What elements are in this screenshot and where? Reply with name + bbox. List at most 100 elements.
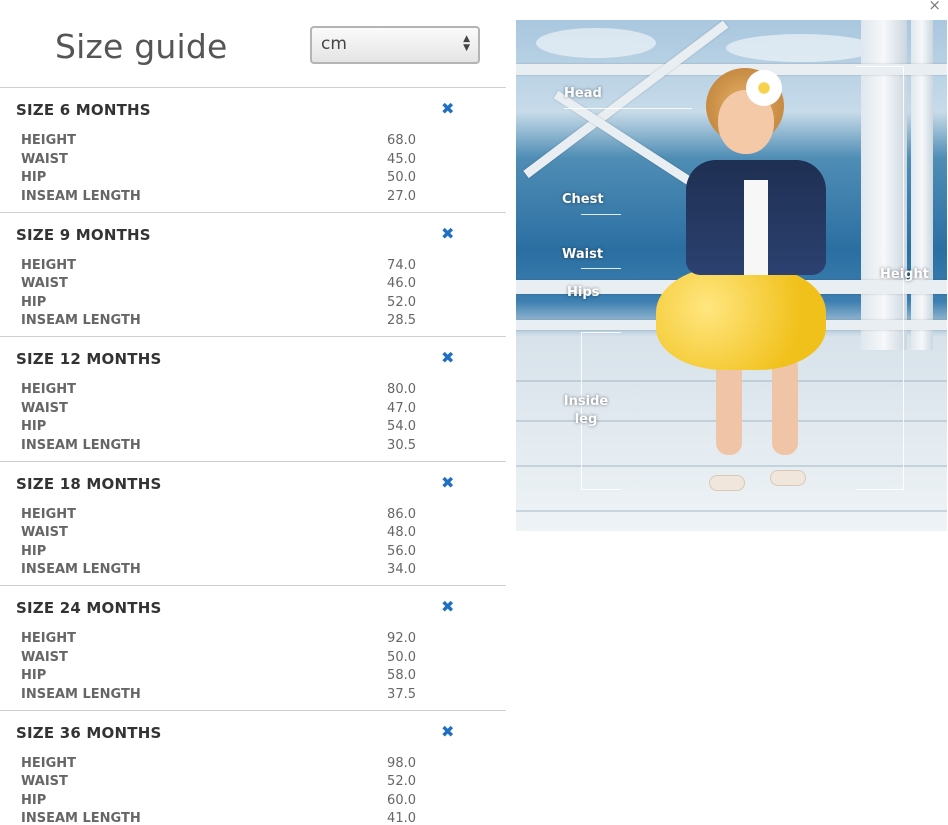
measurement-name: INSEAM LENGTH xyxy=(21,313,141,328)
select-arrows-icon: ▲ ▼ xyxy=(463,34,470,53)
measurement-name: HIP xyxy=(21,543,47,559)
measurement-row: HIP 50.0 xyxy=(21,170,416,189)
measurement-list: HEIGHT 86.0 WAIST 48.0 HIP 56.0 INSEAM LENGTH 3… xyxy=(21,507,416,581)
remove-size-icon[interactable]: ✖ xyxy=(441,349,454,367)
measurement-value: 50.0 xyxy=(387,649,416,665)
measurement-name: WAIST xyxy=(21,649,68,665)
measurement-name: INSEAM LENGTH xyxy=(21,811,141,825)
measurement-list: HEIGHT 80.0 WAIST 47.0 HIP 54.0 INSEAM LENGTH 3… xyxy=(21,382,416,456)
measurement-row: HEIGHT 74.0 xyxy=(21,258,416,277)
measurement-row: INSEAM LENGTH 41.0 xyxy=(21,811,416,825)
measurement-value: 46.0 xyxy=(387,276,416,291)
measurement-name: WAIST xyxy=(21,525,68,540)
measurement-row: HIP 54.0 xyxy=(21,419,416,438)
unit-select-value: cm xyxy=(321,34,347,54)
measurement-value: 60.0 xyxy=(387,792,416,808)
size-title: SIZE 12 MONTHS xyxy=(16,350,162,368)
measurement-value: 52.0 xyxy=(387,294,416,310)
measurement-value: 54.0 xyxy=(387,419,416,434)
measurement-value: 80.0 xyxy=(387,382,416,397)
measurement-row: INSEAM LENGTH 34.0 xyxy=(21,562,416,581)
size-section: SIZE 24 MONTHS ✖ HEIGHT 92.0 WAIST 50.0 HIP 58.… xyxy=(0,586,506,711)
measurement-name: HIP xyxy=(21,792,47,808)
measurement-row: HEIGHT 68.0 xyxy=(21,133,416,152)
photo-label-height: Height xyxy=(880,267,929,282)
measurement-row: HEIGHT 98.0 xyxy=(21,756,416,775)
size-section: SIZE 6 MONTHS ✖ HEIGHT 68.0 WAIST 45.0 HIP 50.0… xyxy=(0,88,506,213)
measurement-row: WAIST 48.0 xyxy=(21,525,416,544)
measurement-name: HEIGHT xyxy=(21,257,77,273)
measurement-name: HEIGHT xyxy=(21,133,77,148)
measurement-name: HEIGHT xyxy=(21,631,77,646)
measurement-row: HIP 58.0 xyxy=(21,668,416,687)
measurement-list: HEIGHT 74.0 WAIST 46.0 HIP 52.0 INSEAM LENGTH 2… xyxy=(21,258,416,332)
size-title: SIZE 6 MONTHS xyxy=(16,101,151,119)
measurement-row: WAIST 47.0 xyxy=(21,401,416,420)
measurement-name: INSEAM LENGTH xyxy=(21,562,141,577)
measurement-value: 34.0 xyxy=(387,562,416,577)
head-guide-line xyxy=(564,108,692,109)
measurement-value: 86.0 xyxy=(387,506,416,522)
measurement-name: WAIST xyxy=(21,151,68,167)
measurement-value: 58.0 xyxy=(387,668,416,683)
remove-size-icon[interactable]: ✖ xyxy=(441,100,454,118)
child-skirt xyxy=(656,265,826,370)
measurement-row: HIP 60.0 xyxy=(21,793,416,812)
deck-board xyxy=(516,510,947,512)
measurement-value: 56.0 xyxy=(387,543,416,559)
measurement-value: 68.0 xyxy=(387,133,416,148)
measurement-value: 98.0 xyxy=(387,755,416,771)
measurement-name: HIP xyxy=(21,668,47,683)
remove-size-icon[interactable]: ✖ xyxy=(441,473,454,492)
page-title: Size guide xyxy=(55,27,228,66)
size-title: SIZE 18 MONTHS xyxy=(16,474,162,493)
size-guide-header: Size guide cm ▲ ▼ xyxy=(0,0,506,88)
measurement-list: HEIGHT 68.0 WAIST 45.0 HIP 50.0 INSEAM LENGTH 2… xyxy=(21,133,416,207)
measurement-name: INSEAM LENGTH xyxy=(21,188,141,204)
child-shirt xyxy=(744,180,768,275)
measurement-value: 37.5 xyxy=(387,686,416,702)
measurement-value: 27.0 xyxy=(387,188,416,204)
photo-label-waist: Waist xyxy=(562,247,604,262)
size-section: SIZE 9 MONTHS ✖ HEIGHT 74.0 WAIST 46.0 HIP 52.0… xyxy=(0,213,506,337)
measurement-name: HIP xyxy=(21,419,47,434)
measurement-row: WAIST 45.0 xyxy=(21,152,416,171)
measurement-row: WAIST 46.0 xyxy=(21,276,416,295)
remove-size-icon[interactable]: ✖ xyxy=(441,598,454,616)
measurement-value: 74.0 xyxy=(387,257,416,273)
measurement-row: HEIGHT 92.0 xyxy=(21,631,416,650)
unit-select[interactable]: cm ▲ ▼ xyxy=(310,26,480,64)
child-leg xyxy=(716,355,742,455)
measurement-list: HEIGHT 92.0 WAIST 50.0 HIP 58.0 INSEAM LENGTH 3… xyxy=(21,631,416,705)
child-sandal xyxy=(770,470,806,486)
remove-size-icon[interactable]: ✖ xyxy=(441,722,454,741)
size-section: SIZE 12 MONTHS ✖ HEIGHT 80.0 WAIST 47.0 HIP 54.… xyxy=(0,337,506,462)
size-guide-photo: Head Chest Waist Hips Inside leg Height xyxy=(516,20,947,531)
measurement-row: WAIST 50.0 xyxy=(21,650,416,669)
measurement-value: 41.0 xyxy=(387,811,416,825)
measurement-name: HEIGHT xyxy=(21,506,77,522)
size-section: SIZE 18 MONTHS ✖ HEIGHT 86.0 WAIST 48.0 HIP 56.… xyxy=(0,462,506,586)
measurement-name: HEIGHT xyxy=(21,755,77,771)
measurement-list: HEIGHT 98.0 WAIST 52.0 HIP 60.0 INSEAM LENGTH 4… xyxy=(21,756,416,825)
photo-label-inside-leg: Inside leg xyxy=(563,394,609,427)
size-guide-panel: Size guide cm ▲ ▼ SIZE 6 MONTHS ✖ HEIGHT 68.… xyxy=(0,0,506,825)
measurement-row: INSEAM LENGTH 37.5 xyxy=(21,687,416,706)
measurement-row: HIP 52.0 xyxy=(21,295,416,314)
measurement-row: WAIST 52.0 xyxy=(21,774,416,793)
measurement-row: HEIGHT 80.0 xyxy=(21,382,416,401)
measurement-value: 30.5 xyxy=(387,437,416,453)
measurement-row: INSEAM LENGTH 30.5 xyxy=(21,438,416,457)
remove-size-icon[interactable]: ✖ xyxy=(441,224,454,243)
measurement-value: 48.0 xyxy=(387,525,416,540)
measurement-value: 28.5 xyxy=(387,313,416,328)
modal-close-icon[interactable]: × xyxy=(928,0,941,13)
measurement-name: INSEAM LENGTH xyxy=(21,437,141,453)
size-section: SIZE 36 MONTHS ✖ HEIGHT 98.0 WAIST 52.0 HIP 60.… xyxy=(0,711,506,825)
measurement-name: WAIST xyxy=(21,276,68,291)
size-title: SIZE 9 MONTHS xyxy=(16,225,151,244)
measurement-value: 50.0 xyxy=(387,170,416,185)
measurement-name: HIP xyxy=(21,294,47,310)
measurement-value: 47.0 xyxy=(387,400,416,416)
child-sandal xyxy=(709,475,745,491)
